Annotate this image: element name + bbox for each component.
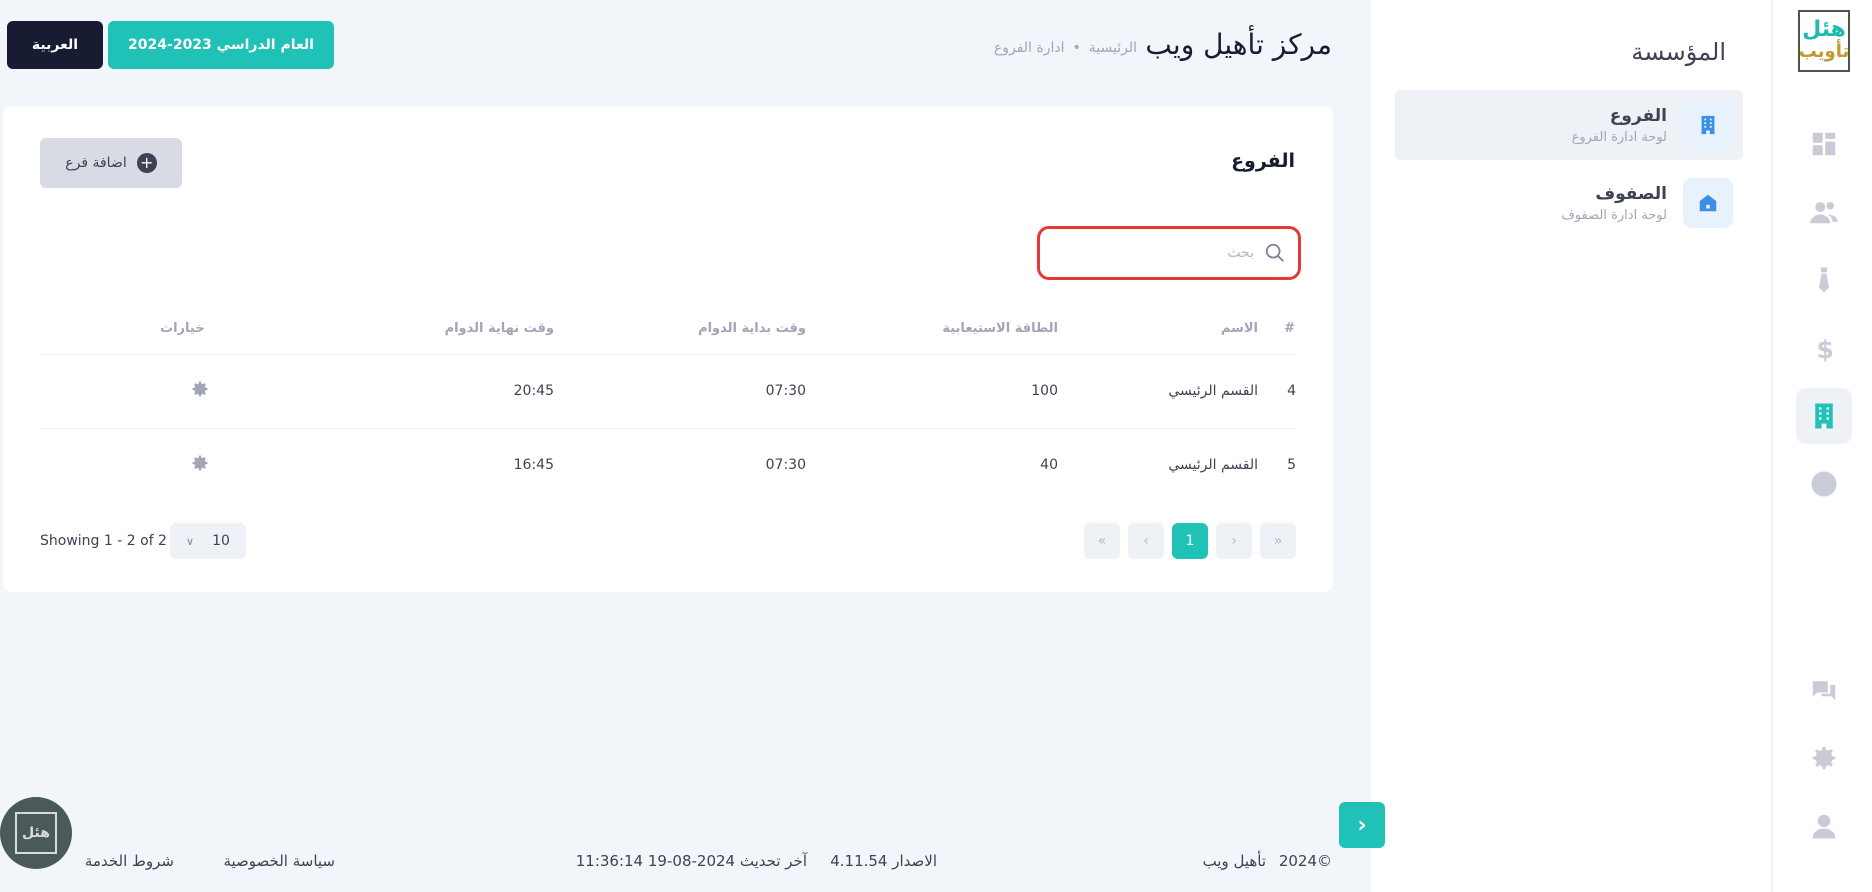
pie-chart-icon[interactable] bbox=[1796, 456, 1852, 512]
section-sidebar: المؤسسة الفروع لوحة ادارة الفروع الصفوف … bbox=[1371, 0, 1771, 892]
chevron-down-icon: ∨ bbox=[186, 534, 195, 548]
search-icon bbox=[1265, 243, 1284, 262]
footer-terms-link[interactable]: شروط الخدمة bbox=[85, 852, 174, 870]
column-header-capacity[interactable]: الطاقة الاستيعابية bbox=[806, 304, 1058, 355]
dashboard-icon[interactable] bbox=[1796, 116, 1852, 172]
column-header-start-time[interactable]: وقت بداية الدوام bbox=[554, 304, 806, 355]
cell-id: 4 bbox=[1258, 354, 1296, 429]
footer-brand-link[interactable]: تأهيل ويب bbox=[1203, 852, 1266, 870]
pagination-first-button[interactable]: « bbox=[1084, 523, 1120, 559]
breadcrumb-current: ادارة الفروع bbox=[993, 40, 1065, 56]
branches-card: الفروع + اضافة فرع # الاسم الطاقة الاستي… bbox=[3, 106, 1333, 592]
column-header-end-time[interactable]: وقت نهاية الدوام bbox=[302, 304, 554, 355]
gear-icon[interactable] bbox=[190, 455, 210, 477]
cell-start-time: 07:30 bbox=[765, 457, 806, 474]
table-header-row: # الاسم الطاقة الاستيعابية وقت بداية الد… bbox=[40, 304, 1296, 355]
sidebar-item-label: الصفوف bbox=[1595, 183, 1667, 204]
chevron-right-icon: › bbox=[1357, 812, 1367, 838]
plus-icon: + bbox=[136, 153, 157, 173]
language-button[interactable]: العربية bbox=[7, 21, 103, 69]
chat-widget-button[interactable]: هئل bbox=[0, 797, 72, 869]
cell-capacity: 100 bbox=[806, 354, 1058, 429]
footer-version: الاصدار 4.11.54 bbox=[830, 852, 937, 870]
per-page-value: 10 bbox=[212, 533, 230, 549]
breadcrumb-separator: • bbox=[1072, 40, 1081, 56]
users-icon[interactable] bbox=[1796, 184, 1852, 240]
academic-year-button[interactable]: العام الدراسي 2023-2024 bbox=[108, 21, 334, 69]
footer-privacy-link[interactable]: سياسة الخصوصية bbox=[223, 852, 335, 870]
table-row: 5 القسم الرئيسي 40 07:30 16:45 bbox=[40, 428, 1296, 502]
cell-end-time: 20:45 bbox=[302, 354, 554, 429]
add-branch-button[interactable]: + اضافة فرع bbox=[40, 138, 182, 188]
svg-text:$: $ bbox=[1817, 335, 1834, 363]
pagination-last-button[interactable]: » bbox=[1260, 523, 1296, 559]
search-input[interactable] bbox=[1054, 245, 1254, 261]
cell-end-time: 16:45 bbox=[513, 457, 554, 474]
tie-icon[interactable] bbox=[1796, 252, 1852, 308]
breadcrumb: الرئيسية • ادارة الفروع bbox=[994, 40, 1137, 56]
cell-options bbox=[40, 354, 302, 429]
cell-id: 5 bbox=[1287, 457, 1296, 474]
page-title: مركز تأهيل ويب bbox=[1145, 28, 1332, 61]
app-logo[interactable]: هئل تأويب bbox=[1798, 10, 1850, 72]
breadcrumb-home[interactable]: الرئيسية bbox=[1089, 40, 1137, 56]
chat-logo: هئل bbox=[15, 812, 57, 854]
logo-line-2: تأويب bbox=[1798, 41, 1850, 62]
sidebar-title: المؤسسة bbox=[1631, 38, 1726, 66]
house-icon bbox=[1683, 178, 1733, 228]
sidebar-toggle-button[interactable]: › bbox=[1339, 802, 1385, 848]
footer-year: ©2024 bbox=[1278, 852, 1332, 870]
table-row: 4 القسم الرئيسي 100 07:30 20:45 bbox=[40, 354, 1296, 429]
pagination-prev-button[interactable]: ‹ bbox=[1128, 523, 1164, 559]
pagination: « ‹ 1 › » bbox=[1084, 523, 1296, 559]
building-icon bbox=[1683, 100, 1733, 150]
settings-icon[interactable] bbox=[1796, 730, 1852, 786]
cell-name: القسم الرئيسي bbox=[1168, 457, 1258, 474]
building-icon[interactable] bbox=[1796, 388, 1852, 444]
showing-count: Showing 1 - 2 of 2 bbox=[40, 533, 167, 549]
card-title: الفروع bbox=[1231, 150, 1295, 172]
column-header-id[interactable]: # bbox=[1258, 304, 1296, 355]
footer-copyright: ©2024 تأهيل ويب bbox=[1203, 852, 1332, 870]
pagination-next-button[interactable]: › bbox=[1216, 523, 1252, 559]
dollar-icon[interactable]: $ bbox=[1796, 320, 1852, 376]
footer-last-update: آخر تحديث 2024-08-19 11:36:14 bbox=[575, 852, 807, 870]
cell-name: القسم الرئيسي bbox=[1058, 354, 1258, 429]
profile-icon[interactable] bbox=[1796, 798, 1852, 854]
logo-line-1: هئل bbox=[1802, 17, 1846, 42]
column-header-name[interactable]: الاسم bbox=[1058, 304, 1258, 355]
sidebar-item-branches[interactable]: الفروع لوحة ادارة الفروع bbox=[1395, 90, 1743, 160]
cell-options bbox=[40, 428, 302, 502]
search-box[interactable] bbox=[1037, 226, 1301, 280]
gear-icon[interactable] bbox=[190, 381, 210, 403]
cell-start-time: 07:30 bbox=[554, 354, 806, 429]
per-page-select[interactable]: ∨ 10 bbox=[170, 523, 246, 559]
sidebar-item-label: الفروع bbox=[1609, 105, 1667, 126]
column-header-options: خيارات bbox=[40, 304, 302, 355]
add-branch-label: اضافة فرع bbox=[65, 155, 127, 171]
icon-rail: هئل تأويب $ bbox=[1772, 0, 1872, 892]
cell-capacity: 40 bbox=[1040, 457, 1058, 474]
sidebar-item-subtitle: لوحة ادارة الصفوف bbox=[1561, 207, 1667, 223]
sidebar-item-classes[interactable]: الصفوف لوحة ادارة الصفوف bbox=[1395, 168, 1743, 238]
sidebar-item-subtitle: لوحة ادارة الفروع bbox=[1571, 129, 1667, 145]
pagination-page-1[interactable]: 1 bbox=[1172, 523, 1208, 559]
branches-table: # الاسم الطاقة الاستيعابية وقت بداية الد… bbox=[40, 304, 1296, 502]
chat-icon[interactable] bbox=[1796, 662, 1852, 718]
